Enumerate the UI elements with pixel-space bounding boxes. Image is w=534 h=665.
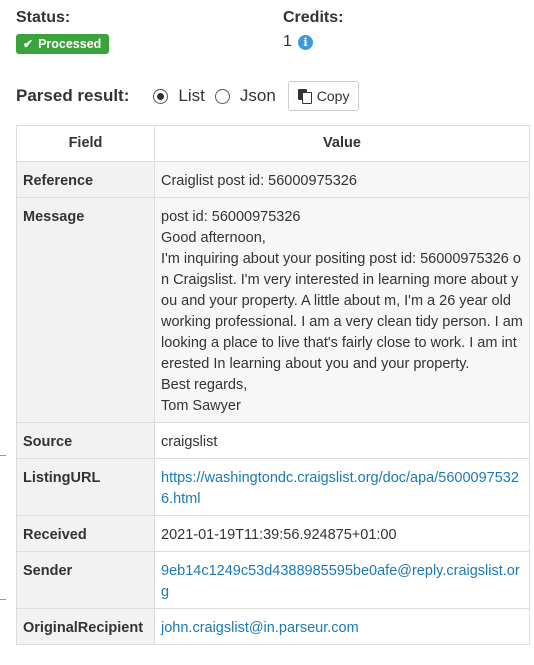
value-message: post id: 56000975326 Good afternoon, I'm…: [154, 197, 530, 423]
radio-list-circle[interactable]: [153, 88, 169, 104]
value-received: 2021-01-19T11:39:56.924875+01:00: [154, 515, 530, 552]
parsed-result-toolbar: Parsed result: List Json Copy: [16, 81, 360, 111]
field-source: Source: [16, 422, 155, 459]
value-listingurl: https://washingtondc.craigslist.org/doc/…: [154, 458, 530, 516]
table-row-originalrecipient: OriginalRecipient john.craigslist@in.par…: [16, 608, 530, 645]
table-row-listingurl: ListingURL https://washingtondc.craigsli…: [16, 458, 530, 516]
table-header-row: Field Value: [16, 125, 530, 162]
radio-json-circle[interactable]: [214, 88, 230, 104]
radio-list-label: List: [178, 86, 205, 105]
copy-button[interactable]: Copy: [287, 81, 360, 111]
value-reference: Craiglist post id: 56000975326: [154, 161, 530, 198]
value-sender: 9eb14c1249c53d4388985595be0afe@reply.cra…: [154, 551, 530, 609]
message-line: post id: 56000975326: [161, 209, 301, 225]
status-badge-text: Processed: [38, 37, 102, 51]
recipient-email-link[interactable]: john.craigslist@in.parseur.com: [161, 620, 359, 636]
credits-section: Credits: 1 i: [283, 8, 343, 51]
field-sender: Sender: [16, 551, 155, 609]
message-line: Tom Sawyer: [161, 398, 241, 414]
info-icon[interactable]: i: [297, 34, 313, 50]
header-field: Field: [16, 125, 155, 162]
message-line: Good afternoon,: [161, 230, 266, 246]
status-section: Status: ✔ Processed: [16, 8, 110, 54]
radio-list[interactable]: List: [153, 86, 205, 106]
copy-button-label: Copy: [316, 88, 350, 104]
edge-marker: [0, 599, 6, 600]
sender-email-link[interactable]: 9eb14c1249c53d4388985595be0afe@reply.cra…: [161, 563, 520, 600]
parsed-result-table: Field Value Reference Craiglist post id:…: [16, 125, 530, 645]
copy-icon: [297, 89, 312, 104]
header-value: Value: [154, 125, 530, 162]
status-label: Status:: [16, 9, 71, 26]
field-reference: Reference: [16, 161, 155, 198]
credits-value: 1: [283, 33, 292, 50]
message-line: Best regards,: [161, 377, 248, 393]
field-originalrecipient: OriginalRecipient: [16, 608, 155, 645]
edge-marker: [0, 455, 6, 456]
table-row-message: Message post id: 56000975326 Good aftern…: [16, 197, 530, 423]
status-badge: ✔ Processed: [16, 34, 110, 54]
field-received: Received: [16, 515, 155, 552]
field-listingurl: ListingURL: [16, 458, 155, 516]
credits-label: Credits:: [283, 9, 344, 26]
listing-url-link[interactable]: https://washingtondc.craigslist.org/doc/…: [161, 470, 519, 507]
table-row-sender: Sender 9eb14c1249c53d4388985595be0afe@re…: [16, 551, 530, 609]
parsed-result-label: Parsed result:: [16, 86, 130, 105]
table-row-source: Source craigslist: [16, 422, 530, 459]
radio-json[interactable]: Json: [214, 86, 276, 106]
table-row-received: Received 2021-01-19T11:39:56.924875+01:0…: [16, 515, 530, 552]
value-originalrecipient: john.craigslist@in.parseur.com: [154, 608, 530, 645]
radio-json-label: Json: [239, 86, 276, 105]
message-line: I'm inquiring about your positing post i…: [161, 251, 523, 372]
check-icon: ✔: [23, 37, 34, 51]
value-source: craigslist: [154, 422, 530, 459]
table-row-reference: Reference Craiglist post id: 56000975326: [16, 161, 530, 198]
radio-selected-dot: [157, 92, 165, 100]
field-message: Message: [16, 197, 155, 423]
